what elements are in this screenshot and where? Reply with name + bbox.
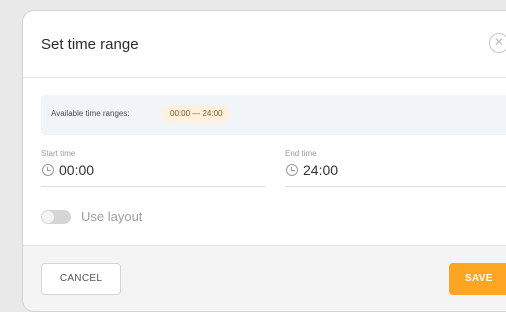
dialog-title: Set time range bbox=[41, 36, 139, 53]
available-ranges-label: Available time ranges: bbox=[51, 109, 130, 118]
end-time-label: End time bbox=[285, 149, 317, 158]
save-button[interactable]: SAVE bbox=[449, 263, 506, 295]
use-layout-toggle[interactable] bbox=[41, 210, 71, 224]
start-time-value[interactable]: 00:00 bbox=[59, 162, 94, 178]
start-time-label: Start time bbox=[41, 149, 76, 158]
cancel-button[interactable]: CANCEL bbox=[41, 263, 121, 295]
use-layout-label: Use layout bbox=[81, 209, 143, 224]
available-range-chip: 00:00 — 24:00 bbox=[162, 105, 231, 123]
end-time-field[interactable]: End time 24:00 bbox=[285, 149, 506, 187]
time-range-dialog: Set time range ✕ Available time ranges: … bbox=[22, 10, 506, 312]
start-time-field[interactable]: Start time 00:00 bbox=[41, 149, 265, 187]
clock-icon bbox=[42, 164, 54, 176]
dialog-footer: CANCEL SAVE bbox=[23, 245, 506, 311]
clock-icon bbox=[286, 164, 298, 176]
close-icon[interactable]: ✕ bbox=[489, 33, 506, 53]
toggle-knob bbox=[42, 211, 54, 223]
end-time-value[interactable]: 24:00 bbox=[303, 162, 338, 178]
available-ranges-banner: Available time ranges: 00:00 — 24:00 bbox=[41, 95, 506, 135]
dialog-header: Set time range ✕ bbox=[23, 11, 506, 78]
